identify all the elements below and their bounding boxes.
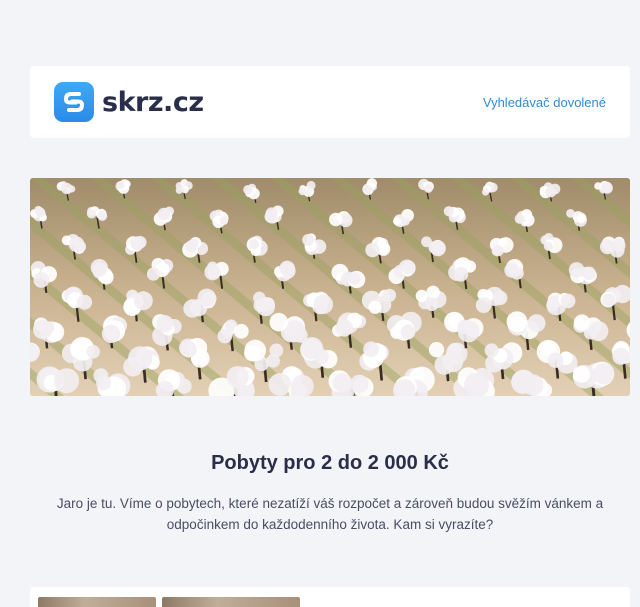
logo-text: skrz.cz [102, 86, 204, 118]
skrz-logo-icon [54, 82, 94, 122]
next-card[interactable] [30, 587, 630, 607]
hero-image [30, 178, 630, 396]
page-title: Pobyty pro 2 do 2 000 Kč [211, 452, 449, 474]
page-description: Jaro je tu. Víme o pobytech, které nezat… [56, 496, 604, 532]
nav-link-vacation-search[interactable]: Vyhledávač dovolené [483, 95, 606, 110]
logo[interactable]: skrz.cz [54, 82, 204, 122]
card-thumbnail [38, 597, 156, 607]
header: skrz.cz Vyhledávač dovolené [30, 66, 630, 138]
card-thumbnail [162, 597, 300, 607]
orchard-illustration [30, 178, 630, 396]
